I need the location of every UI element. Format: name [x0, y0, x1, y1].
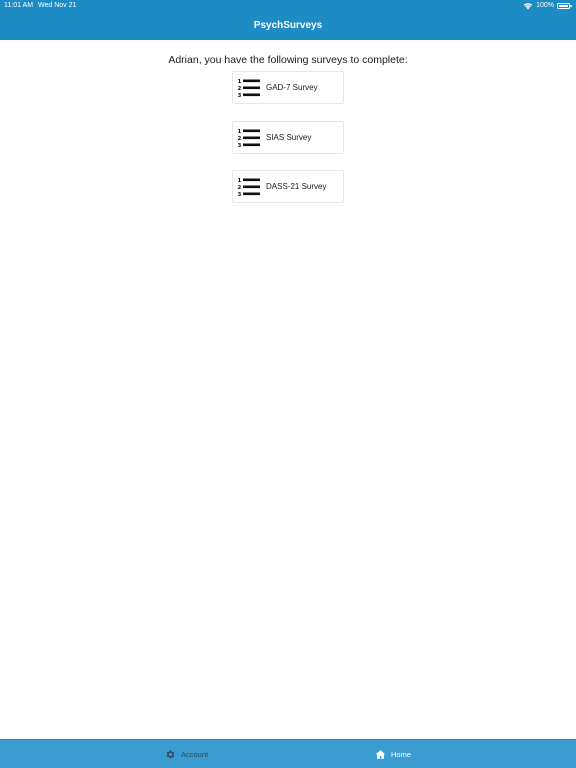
battery-percent: 100%: [536, 2, 554, 9]
svg-text:2: 2: [238, 185, 242, 191]
svg-text:3: 3: [238, 143, 242, 148]
tab-home[interactable]: Home: [375, 740, 411, 768]
battery-icon: [557, 3, 572, 9]
survey-button-gad7[interactable]: 1 2 3 GAD-7 Survey: [232, 71, 344, 104]
wifi-icon: [523, 3, 533, 10]
home-icon: [375, 750, 386, 759]
svg-text:3: 3: [238, 192, 242, 197]
tab-account-label: Account: [181, 750, 209, 759]
app-title: PsychSurveys: [253, 20, 323, 31]
status-time: 11:01 AM: [4, 2, 34, 9]
status-bar: 11:01 AM Wed Nov 21 100%: [0, 0, 576, 12]
numbered-list-icon: 1 2 3: [238, 79, 260, 98]
status-right: 100%: [523, 0, 572, 12]
survey-button-sias[interactable]: 1 2 3 SIAS Survey: [232, 121, 344, 154]
tab-bar: Account Home: [0, 739, 576, 768]
tab-home-label: Home: [391, 750, 412, 759]
survey-label: GAD-7 Survey: [266, 83, 318, 92]
status-date: Wed Nov 21: [38, 2, 77, 9]
main-content: Adrian, you have the following surveys t…: [0, 40, 576, 739]
survey-label: SIAS Survey: [266, 133, 312, 142]
survey-label: DASS-21 Survey: [266, 182, 327, 191]
tab-account[interactable]: Account: [165, 740, 208, 768]
gear-icon: [166, 750, 175, 759]
svg-text:2: 2: [238, 86, 242, 92]
svg-text:1: 1: [238, 178, 242, 184]
app-header: 11:01 AM Wed Nov 21 100% PsychSurveys: [0, 0, 576, 40]
svg-text:1: 1: [238, 129, 242, 135]
numbered-list-icon: 1 2 3: [238, 129, 260, 148]
svg-text:2: 2: [238, 136, 242, 142]
svg-text:3: 3: [238, 93, 242, 98]
svg-text:1: 1: [238, 79, 242, 85]
survey-button-dass21[interactable]: 1 2 3 DASS-21 Survey: [232, 170, 344, 203]
survey-prompt: Adrian, you have the following surveys t…: [168, 54, 408, 66]
numbered-list-icon: 1 2 3: [238, 178, 260, 197]
